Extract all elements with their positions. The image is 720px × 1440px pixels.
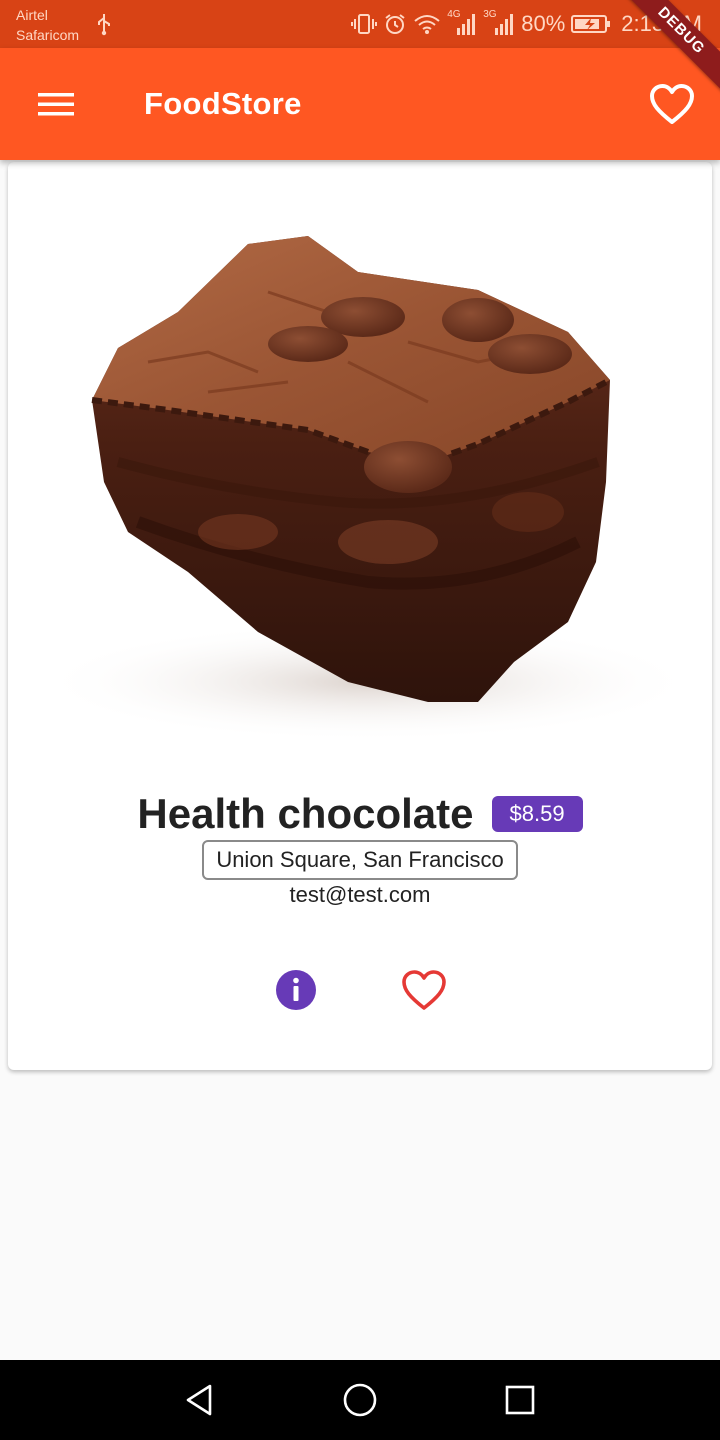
menu-icon — [38, 93, 74, 116]
vibrate-icon — [351, 14, 378, 34]
info-button[interactable] — [274, 968, 318, 1012]
info-icon — [276, 970, 316, 1010]
home-circle-icon — [343, 1383, 377, 1417]
recents-square-icon — [505, 1385, 535, 1415]
location-chip[interactable]: Union Square, San Francisco — [202, 840, 518, 880]
heart-outline-icon — [650, 84, 694, 124]
signal-3g-icon — [495, 14, 514, 35]
menu-button[interactable] — [28, 82, 84, 126]
home-button[interactable] — [340, 1380, 380, 1420]
carrier-2: Safaricom — [16, 27, 80, 43]
alarm-icon — [385, 14, 405, 34]
food-card[interactable]: Health chocolate $8.59 Union Square, San… — [8, 162, 712, 1070]
food-title-row: Health chocolate $8.59 — [8, 786, 712, 842]
battery-percent: 80% — [521, 11, 566, 36]
usb-icon — [98, 14, 110, 36]
food-image — [38, 236, 698, 742]
signal-3g: 3G — [483, 9, 515, 37]
navigation-bar — [0, 1360, 720, 1440]
price-badge: $8.59 — [491, 796, 583, 832]
carrier-1: Airtel — [16, 7, 48, 23]
recents-button[interactable] — [500, 1380, 540, 1420]
food-name: Health chocolate — [137, 790, 474, 837]
status-bar: Airtel Safaricom 4G 3G 80% — [0, 0, 720, 48]
wifi-icon — [414, 15, 440, 34]
back-triangle-icon — [186, 1384, 212, 1416]
app-bar: FoodStore — [0, 48, 720, 160]
app-title: FoodStore — [144, 86, 302, 121]
contact-email: test@test.com — [289, 882, 431, 907]
heart-outline-icon — [402, 970, 446, 1010]
back-button[interactable] — [180, 1380, 220, 1420]
battery-charging-icon — [571, 15, 611, 33]
signal-4g-icon — [457, 14, 476, 35]
location-row: Union Square, San Francisco — [8, 840, 712, 880]
signal-4g: 4G — [447, 9, 477, 37]
favorites-button[interactable] — [648, 82, 696, 126]
carrier-names: Airtel Safaricom — [16, 5, 79, 45]
favorite-button[interactable] — [400, 968, 448, 1012]
